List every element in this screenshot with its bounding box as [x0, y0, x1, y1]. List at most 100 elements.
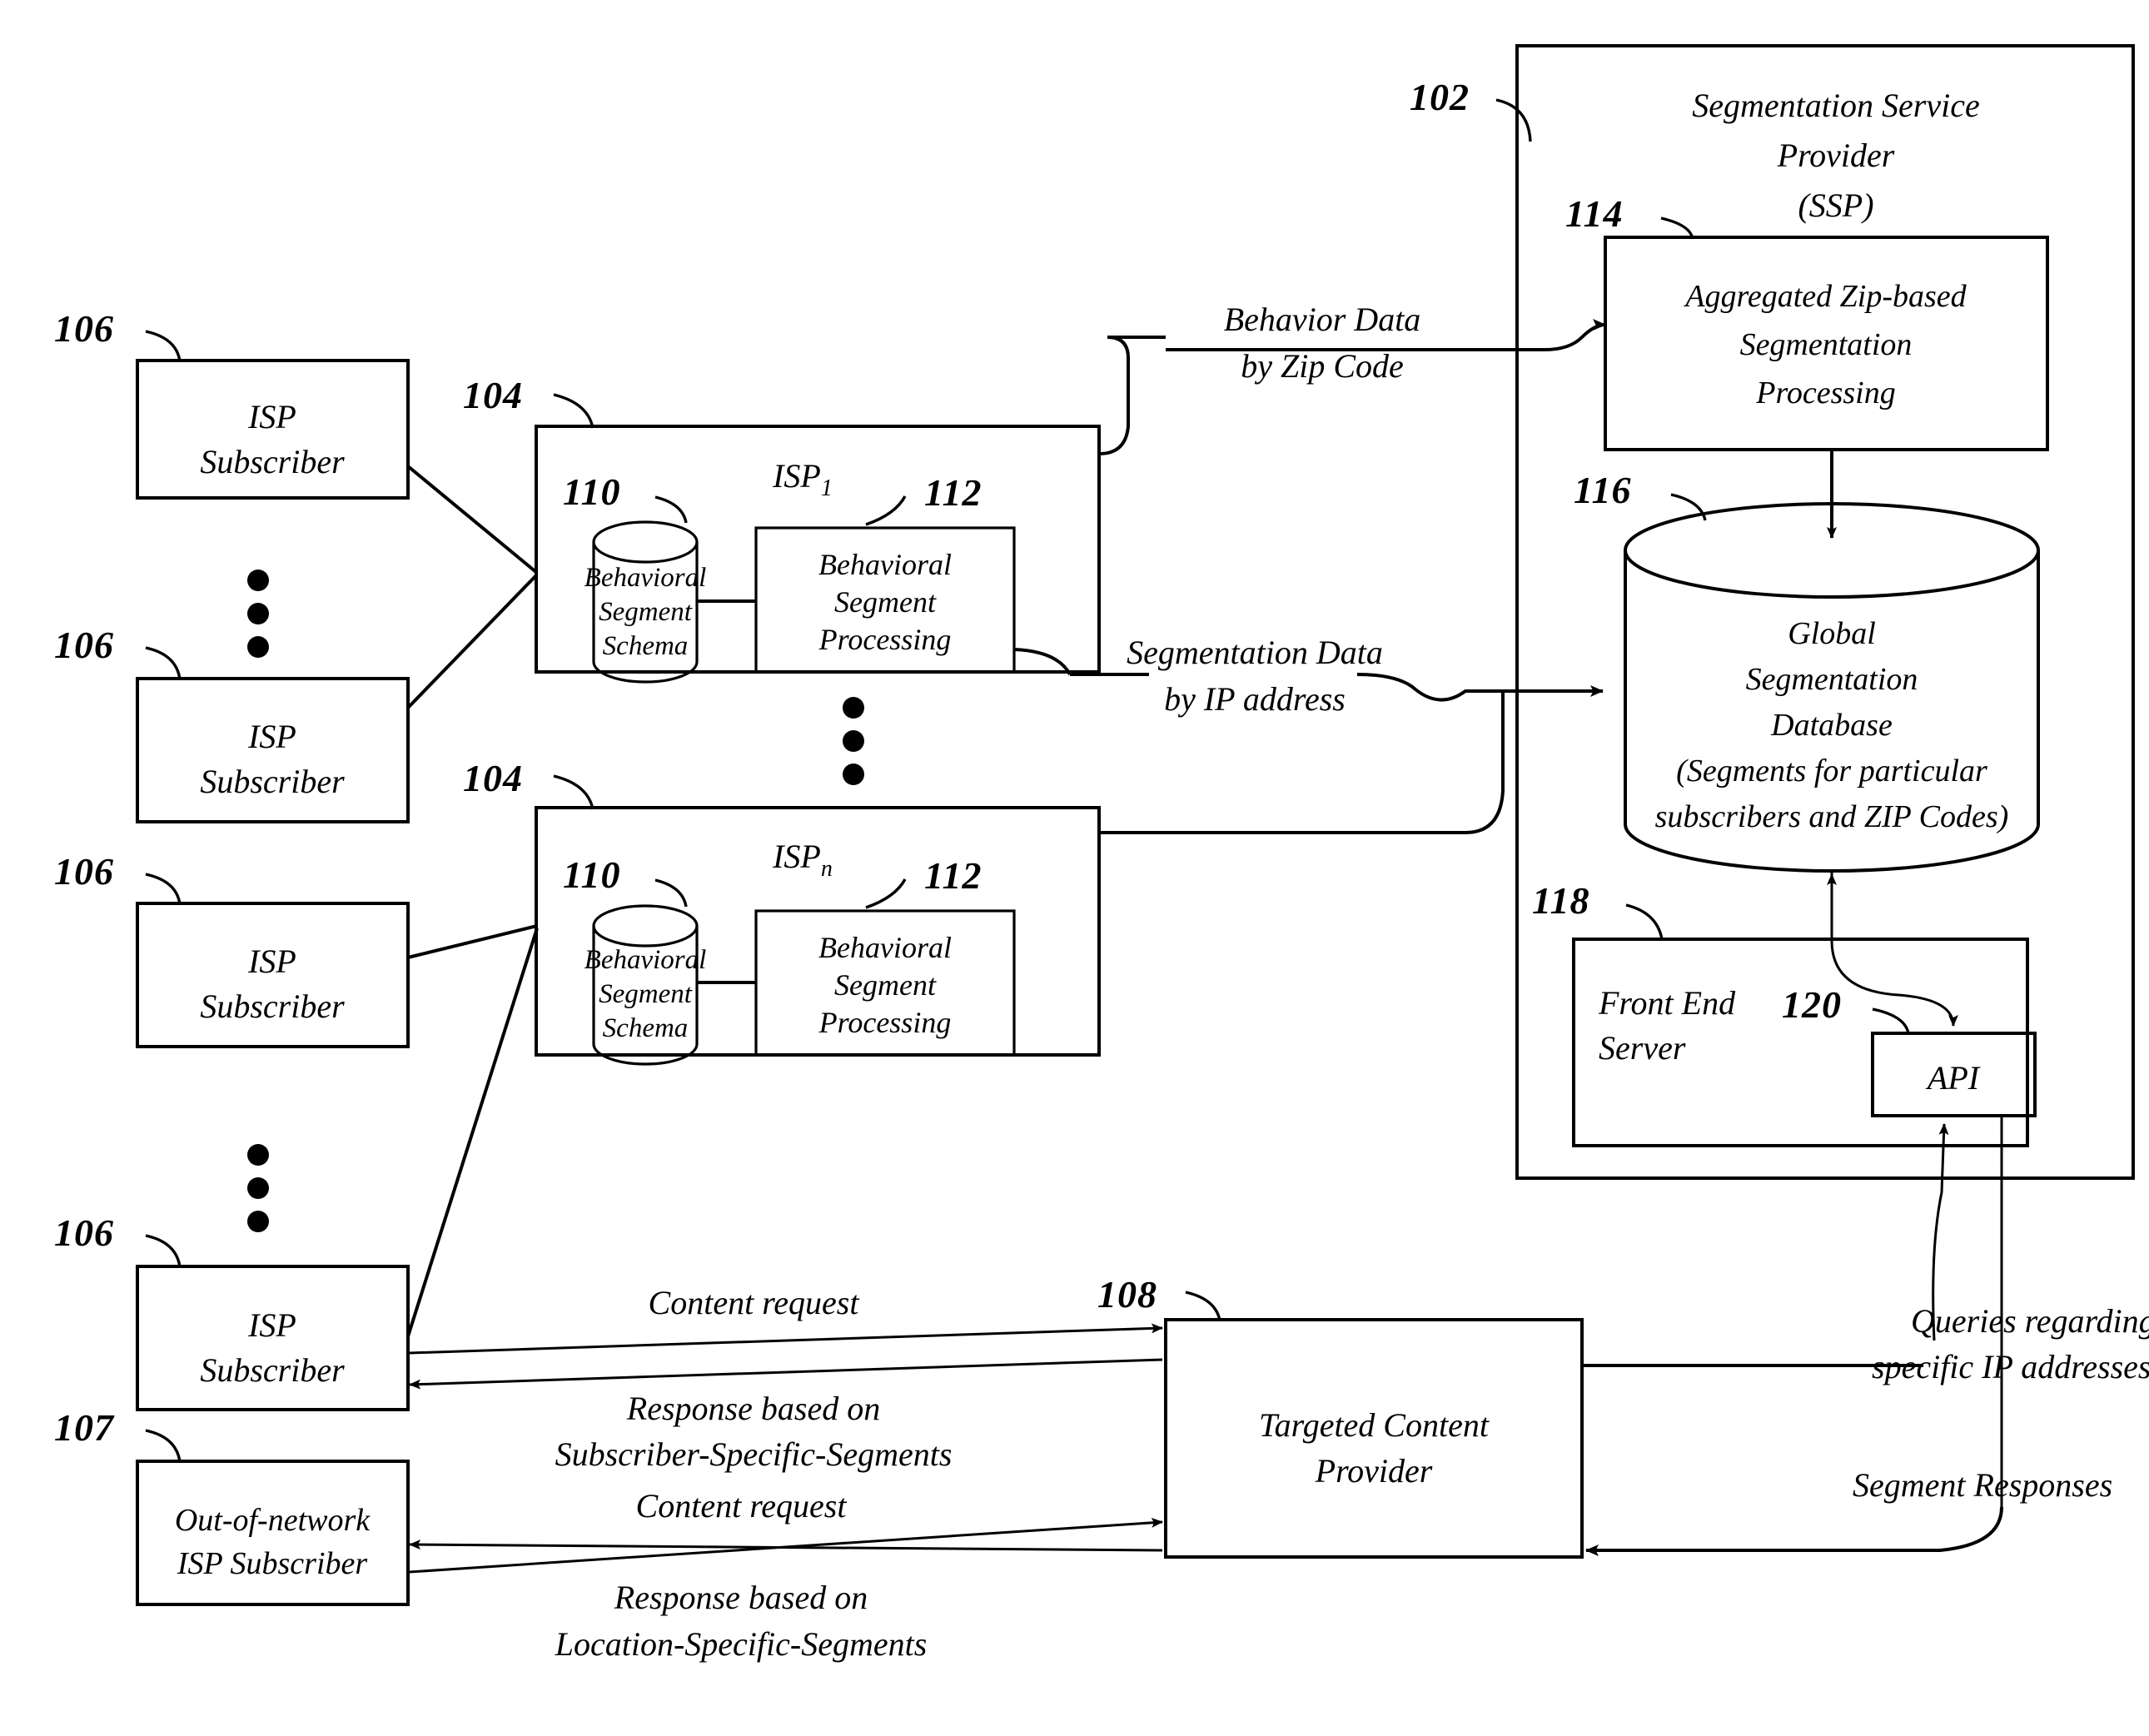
- isp-1-title: ISP1: [772, 457, 833, 501]
- subscriber1-line1: ISP: [247, 398, 296, 435]
- ref-118-callout: 118: [1532, 879, 1664, 940]
- gsdb-line2: Segmentation: [1746, 662, 1918, 697]
- bssn-line1: Behavioral: [585, 945, 707, 975]
- subscriber1-line2: Subscriber: [200, 443, 345, 480]
- link-sub3-ispn: [407, 924, 538, 959]
- ref-120-callout: 120: [1782, 983, 1910, 1034]
- isp-1-box: ISP1 Behavioral Segment Schema 110 Behav…: [535, 425, 1101, 684]
- gsdb-line5: subscribers and ZIP Codes): [1655, 799, 2009, 834]
- oon-line1: Out-of-network: [175, 1503, 371, 1538]
- ref-106-c: 106: [54, 850, 114, 893]
- subscriber3-line2: Subscriber: [200, 987, 345, 1025]
- response-loc-line1: Response based on: [614, 1579, 868, 1616]
- tcp-line2: Provider: [1315, 1452, 1433, 1490]
- targeted-content-provider-box: Targeted Content Provider: [1164, 1318, 1584, 1559]
- bss1-line2: Segment: [599, 597, 693, 627]
- ref-112-a-callout: 112: [865, 471, 981, 526]
- segmentation-data-label-line2: by IP address: [1164, 680, 1346, 718]
- ssp-title-line3: (SSP): [1798, 187, 1873, 224]
- content-request-2-label: Content request: [636, 1487, 848, 1525]
- ref-120: 120: [1782, 983, 1842, 1026]
- behavior-data-zip-flow: Behavior Data by Zip Code: [1098, 301, 1606, 455]
- subscriber-isp-links: [406, 465, 539, 1337]
- api-label: API: [1925, 1059, 1981, 1097]
- vertical-ellipsis-subscribers-1: [247, 570, 269, 658]
- ref-104-a: 104: [463, 374, 523, 416]
- queries-label-line1: Queries regarding: [1911, 1302, 2149, 1340]
- behavioral-segment-schema-n: Behavioral Segment Schema: [585, 904, 707, 1066]
- global-segmentation-database: Global Segmentation Database (Segments f…: [1624, 502, 2040, 873]
- bsp1-line1: Behavioral: [818, 548, 952, 581]
- content-request-1-label: Content request: [649, 1284, 860, 1321]
- subscriber3-line1: ISP: [247, 943, 296, 980]
- tcp-line1: Targeted Content: [1259, 1406, 1490, 1444]
- ref-107: 107: [54, 1406, 115, 1449]
- connector-segment-responses-to-tcp: [1585, 1506, 2003, 1556]
- subscriber-tcp-messages: Content request Response based on Subscr…: [409, 1284, 1163, 1473]
- ssp-title-line1: Segmentation Service: [1692, 87, 1979, 124]
- ref-108-callout: 108: [1097, 1273, 1221, 1321]
- ref-106-d-callout: 106: [54, 1211, 182, 1268]
- queries-label-line2: specific IP addresses: [1872, 1348, 2149, 1385]
- behavioral-segment-processing-n: Behavioral Segment Processing: [754, 909, 1016, 1057]
- ref-110-a-callout: 110: [563, 470, 688, 524]
- ref-107-callout: 107: [54, 1406, 182, 1463]
- bspn-line1: Behavioral: [818, 931, 952, 964]
- segmentation-architecture-diagram: Segmentation Service Provider (SSP) 102 …: [54, 44, 2149, 1663]
- subscriber-box-4: ISP Subscriber: [136, 1265, 410, 1411]
- segmentation-data-ip-flow: Segmentation Data by IP address: [1013, 634, 1604, 834]
- link-sub1-isp1: [406, 465, 539, 575]
- connector-isp1-to-aggzip-stub: [1098, 336, 1166, 455]
- ref-106-c-callout: 106: [54, 850, 182, 905]
- isp-n-title: ISPn: [772, 838, 833, 882]
- ref-114-callout: 114: [1565, 192, 1694, 240]
- behavior-data-label-line1: Behavior Data: [1224, 301, 1421, 338]
- ref-102-callout: 102: [1410, 76, 1532, 142]
- ref-112-b-callout: 112: [865, 854, 982, 909]
- ref-106-d: 106: [54, 1211, 114, 1254]
- behavioral-segment-schema-1: Behavioral Segment Schema: [585, 520, 707, 684]
- ref-106-b-callout: 106: [54, 624, 182, 680]
- behavior-data-label-line2: by Zip Code: [1241, 347, 1404, 385]
- bspn-line3: Processing: [818, 1006, 952, 1039]
- oon-subscriber-tcp-messages: Content request Response based on Locati…: [409, 1487, 1163, 1663]
- ref-106-a: 106: [54, 307, 114, 350]
- ref-114: 114: [1565, 192, 1623, 235]
- ref-116: 116: [1574, 469, 1631, 511]
- vertical-ellipsis-isps: [843, 697, 864, 785]
- fes-line2: Server: [1599, 1029, 1686, 1067]
- bss1-line1: Behavioral: [585, 563, 707, 593]
- agg-zip-line1: Aggregated Zip-based: [1683, 279, 1967, 314]
- ref-110-a: 110: [563, 470, 620, 513]
- bss1-line3: Schema: [603, 631, 689, 661]
- bsp1-line3: Processing: [818, 623, 952, 656]
- arrow-content-request-1: [409, 1323, 1163, 1355]
- ref-104-a-callout: 104: [463, 374, 594, 429]
- ref-104-b-callout: 104: [463, 757, 594, 810]
- gsdb-line4: (Segments for particular: [1676, 754, 1987, 788]
- api-box: API: [1871, 1032, 2037, 1117]
- ref-118: 118: [1532, 879, 1589, 922]
- segment-responses-label: Segment Responses: [1853, 1466, 2112, 1504]
- arrow-response-location-specific: [409, 1540, 1163, 1552]
- connector-db-to-api: [1830, 871, 1958, 1027]
- response-sub-line2: Subscriber-Specific-Segments: [555, 1435, 953, 1473]
- ref-108: 108: [1097, 1273, 1157, 1316]
- ref-104-b: 104: [463, 757, 523, 799]
- ref-110-b-callout: 110: [563, 853, 688, 908]
- agg-zip-line2: Segmentation: [1740, 327, 1913, 362]
- response-sub-line1: Response based on: [626, 1390, 880, 1427]
- ref-102: 102: [1410, 76, 1470, 118]
- bssn-line2: Segment: [599, 979, 693, 1009]
- subscriber2-line2: Subscriber: [200, 763, 345, 800]
- behavioral-segment-processing-1: Behavioral Segment Processing: [754, 526, 1016, 674]
- gsdb-line3: Database: [1770, 708, 1893, 743]
- bsp1-line2: Segment: [834, 585, 937, 619]
- queries-segment-responses: Queries regarding specific IP addresses …: [1582, 1302, 2149, 1556]
- agg-zip-line3: Processing: [1755, 376, 1895, 410]
- ref-112-b: 112: [924, 854, 982, 897]
- gsdb-line1: Global: [1788, 616, 1876, 651]
- out-of-network-subscriber-box: Out-of-network ISP Subscriber: [136, 1460, 410, 1606]
- subscriber-box-2: ISP Subscriber: [136, 677, 410, 823]
- ref-110-b: 110: [563, 853, 620, 896]
